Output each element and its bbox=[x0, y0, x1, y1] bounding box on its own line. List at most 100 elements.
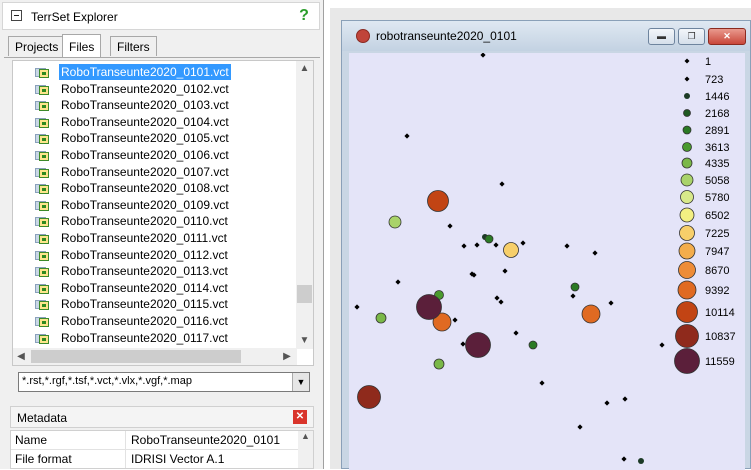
map-point[interactable] bbox=[659, 342, 665, 348]
map-point[interactable] bbox=[577, 424, 583, 430]
map-point[interactable] bbox=[474, 242, 480, 248]
map-point[interactable] bbox=[499, 181, 505, 187]
map-point[interactable] bbox=[465, 332, 491, 358]
close-icon[interactable]: ✕ bbox=[293, 410, 307, 424]
tab-files[interactable]: Files bbox=[62, 34, 102, 58]
map-point[interactable] bbox=[592, 250, 598, 256]
help-icon[interactable]: ? bbox=[297, 7, 311, 25]
legend-symbol[interactable] bbox=[682, 125, 692, 135]
legend-symbol[interactable] bbox=[679, 225, 695, 241]
map-point[interactable] bbox=[528, 340, 538, 350]
map-point[interactable] bbox=[480, 53, 486, 58]
file-name: RoboTranseunte2020_0110.vct bbox=[61, 214, 228, 229]
file-list-horizontal-scrollbar[interactable]: ◀ ▶ bbox=[13, 348, 297, 365]
legend-symbol[interactable] bbox=[674, 348, 700, 374]
scroll-right-icon[interactable]: ▶ bbox=[279, 348, 295, 365]
map-point[interactable] bbox=[520, 240, 526, 246]
legend-symbol[interactable] bbox=[680, 173, 694, 187]
map-point[interactable] bbox=[608, 300, 614, 306]
legend-symbol[interactable] bbox=[675, 324, 699, 348]
close-button[interactable]: ✕ bbox=[708, 28, 746, 45]
file-filter-select[interactable]: *.rst,*.rgf,*.tsf,*.vct,*.vlx,*.vgf,*.ma… bbox=[18, 372, 310, 392]
map-canvas[interactable]: 1 723 1446 2168 2891 3613 4335 5058 5780 6502 7225… bbox=[349, 53, 745, 470]
map-layer[interactable]: 1 723 1446 2168 2891 3613 4335 5058 5780 6502 7225… bbox=[349, 53, 745, 470]
legend-symbol[interactable] bbox=[684, 58, 690, 64]
map-point[interactable] bbox=[638, 458, 644, 464]
map-point[interactable] bbox=[622, 396, 628, 402]
map-point[interactable] bbox=[494, 295, 500, 301]
legend-label: 8670 bbox=[705, 265, 729, 277]
map-window-title: robotranseunte2020_0101 bbox=[376, 29, 517, 43]
map-point[interactable] bbox=[513, 330, 519, 336]
map-point[interactable] bbox=[404, 133, 410, 139]
vector-file-icon bbox=[35, 281, 49, 294]
map-point[interactable] bbox=[564, 243, 570, 249]
legend-label: 5780 bbox=[705, 192, 729, 204]
metadata-key: Name bbox=[15, 433, 48, 447]
file-name: RoboTranseunte2020_0105.vct bbox=[61, 131, 229, 146]
scroll-left-icon[interactable]: ◀ bbox=[13, 348, 29, 365]
vector-file-icon bbox=[35, 331, 49, 344]
map-point[interactable] bbox=[493, 242, 499, 248]
map-point[interactable] bbox=[460, 341, 466, 347]
legend-symbol[interactable] bbox=[680, 190, 694, 204]
chevron-down-icon[interactable]: ▼ bbox=[292, 373, 309, 391]
legend-symbol[interactable] bbox=[678, 242, 696, 260]
map-point[interactable] bbox=[581, 304, 601, 324]
map-window-titlebar[interactable]: robotranseunte2020_0101 ▬ ❐ ✕ bbox=[342, 21, 750, 51]
restore-button[interactable]: ❐ bbox=[678, 28, 705, 45]
map-point[interactable] bbox=[502, 268, 508, 274]
map-point[interactable] bbox=[427, 190, 449, 212]
legend-symbol[interactable] bbox=[684, 76, 690, 82]
map-point[interactable] bbox=[604, 400, 610, 406]
map-point[interactable] bbox=[452, 317, 458, 323]
legend-symbol[interactable] bbox=[681, 157, 693, 169]
map-point[interactable] bbox=[433, 358, 445, 370]
map-point[interactable] bbox=[395, 279, 401, 285]
legend-label: 4335 bbox=[705, 158, 729, 170]
vector-file-icon bbox=[35, 82, 49, 95]
file-list[interactable]: RoboTranseunte2020_0101.vct RoboTranseunt… bbox=[12, 60, 314, 366]
map-point[interactable] bbox=[570, 293, 576, 299]
map-point[interactable] bbox=[461, 243, 467, 249]
map-point[interactable] bbox=[388, 215, 402, 229]
explorer-titlebar: TerrSet Explorer ? bbox=[2, 2, 320, 30]
scroll-down-icon[interactable]: ▼ bbox=[296, 333, 313, 349]
scroll-thumb[interactable] bbox=[297, 285, 312, 303]
collapse-icon[interactable] bbox=[11, 10, 22, 21]
h-scroll-thumb[interactable] bbox=[31, 350, 241, 363]
map-point[interactable] bbox=[498, 299, 504, 305]
legend-symbol[interactable] bbox=[684, 93, 690, 99]
legend-symbol[interactable] bbox=[683, 109, 691, 117]
vector-file-icon bbox=[35, 214, 49, 228]
map-point[interactable] bbox=[570, 282, 580, 292]
map-point[interactable] bbox=[357, 385, 381, 409]
legend-symbol[interactable] bbox=[682, 142, 692, 152]
tab-filters[interactable]: Filters bbox=[110, 36, 157, 56]
file-name: RoboTranseunte2020_0115.vct bbox=[61, 297, 228, 312]
map-point[interactable] bbox=[503, 242, 519, 258]
map-point[interactable] bbox=[621, 456, 627, 462]
legend-symbol[interactable] bbox=[676, 301, 698, 323]
legend-symbol[interactable] bbox=[679, 207, 695, 223]
vector-file-icon bbox=[35, 65, 49, 78]
map-point[interactable] bbox=[447, 223, 453, 229]
vector-file-icon bbox=[35, 248, 49, 261]
map-point[interactable] bbox=[354, 304, 360, 310]
legend-symbol[interactable] bbox=[678, 261, 696, 279]
map-point[interactable] bbox=[484, 234, 494, 244]
metadata-scrollbar[interactable]: ▲ bbox=[298, 431, 313, 468]
map-point[interactable] bbox=[375, 312, 387, 324]
map-point[interactable] bbox=[539, 380, 545, 386]
file-name: RoboTranseunte2020_0103.vct bbox=[61, 98, 229, 113]
legend-label: 3613 bbox=[705, 142, 729, 154]
file-name: RoboTranseunte2020_0111.vct bbox=[61, 231, 227, 245]
map-point[interactable] bbox=[416, 294, 442, 320]
legend-label: 5058 bbox=[705, 175, 729, 187]
scroll-up-icon[interactable]: ▲ bbox=[296, 61, 313, 77]
minimize-button[interactable]: ▬ bbox=[648, 28, 675, 45]
tab-projects[interactable]: Projects bbox=[8, 36, 66, 56]
metadata-row-format: File format IDRISI Vector A.1 bbox=[11, 450, 299, 468]
legend-symbol[interactable] bbox=[677, 280, 697, 300]
file-list-vertical-scrollbar[interactable]: ▲ ▼ bbox=[296, 61, 313, 349]
